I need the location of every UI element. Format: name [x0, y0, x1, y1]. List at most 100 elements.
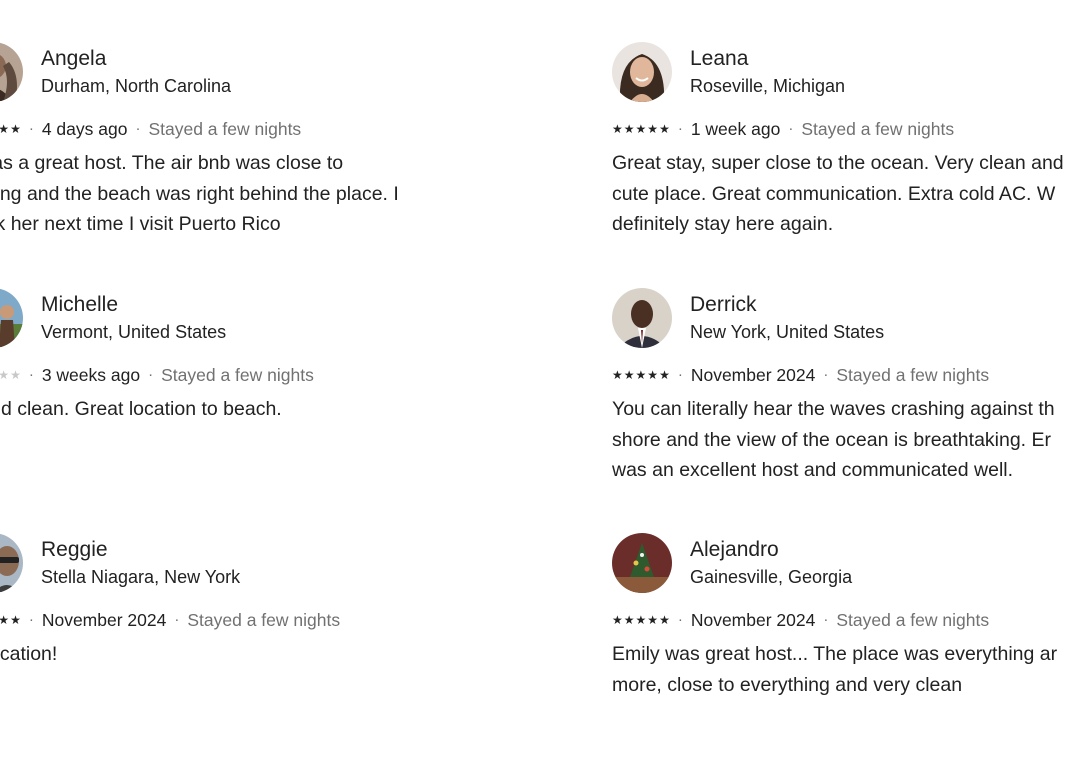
- review-text-line: cute place. Great communication. Extra c…: [612, 182, 1056, 205]
- star-rating: ★★★★★: [0, 609, 21, 631]
- review-text-line: Emily was great host... The place was ev…: [612, 643, 1058, 665]
- review-text-line: more, close to everything and very clean: [612, 673, 963, 696]
- reviewer-name[interactable]: Angela: [41, 46, 106, 72]
- star-filled-icon: ★: [612, 613, 623, 627]
- reviewer-avatar[interactable]: [612, 533, 672, 593]
- star-filled-icon: ★: [647, 613, 659, 627]
- star-empty-icon: ★: [10, 368, 21, 382]
- review-card: Angela Durham, North Carolina ★★★★★ · 4 …: [0, 42, 483, 282]
- reviewer-location: New York, United States: [690, 322, 885, 342]
- reviewer-name[interactable]: Reggie: [41, 537, 108, 563]
- separator-dot: ·: [135, 120, 141, 137]
- review-card: Alejandro Gainesville, Georgia ★ ★ ★ ★ ★ · N…: [612, 533, 1080, 773]
- reviewer-avatar[interactable]: [0, 42, 23, 102]
- star-filled-icon: ★: [612, 368, 623, 382]
- review-card: Leana Roseville, Michigan ★ ★ ★ ★ ★ · 1 week…: [612, 42, 1080, 282]
- stay-length: Stayed a few nights: [148, 119, 302, 139]
- separator-dot: ·: [823, 611, 829, 628]
- star-filled-icon: ★: [10, 122, 21, 136]
- star-filled-icon: ★: [10, 613, 21, 627]
- review-card: Reggie Stella Niagara, New York ★★★★★ · …: [0, 533, 483, 773]
- review-text-line: definitely stay here again.: [612, 213, 834, 235]
- review-date: November 2024: [690, 610, 816, 630]
- review-date: 1 week ago: [690, 119, 781, 139]
- reviewer-avatar[interactable]: [0, 288, 23, 348]
- review-text-line: y was a great host. The air bnb was clos…: [0, 152, 344, 174]
- star-filled-icon: ★: [612, 122, 623, 136]
- review-date: November 2024: [41, 610, 167, 630]
- stay-length: Stayed a few nights: [801, 119, 955, 139]
- star-rating: ★★★★★: [0, 364, 21, 386]
- stay-length: Stayed a few nights: [161, 365, 314, 385]
- review-text-line: rything and the beach was right behind t…: [0, 182, 399, 205]
- star-filled-icon: ★: [623, 613, 635, 627]
- separator-dot: ·: [823, 366, 829, 383]
- review-card: Derrick New York, United States ★ ★ ★ ★ ★ · …: [612, 288, 1080, 528]
- review-text: Emily was great host... The place was ev…: [612, 639, 1080, 700]
- review-meta: ★★★★★ · November 2024 · Stayed a few nig…: [0, 609, 340, 631]
- separator-dot: ·: [174, 611, 180, 628]
- separator-dot: ·: [677, 120, 683, 137]
- separator-dot: ·: [677, 366, 683, 383]
- star-filled-icon: ★: [659, 122, 670, 136]
- review-text-line: Great stay, super close to the ocean. Ve…: [612, 152, 1064, 174]
- stay-length: Stayed a few nights: [836, 610, 990, 630]
- review-date: 4 days ago: [41, 119, 128, 139]
- reviewer-location: Roseville, Michigan: [690, 76, 846, 96]
- star-filled-icon: ★: [623, 122, 635, 136]
- separator-dot: ·: [28, 366, 34, 383]
- star-empty-icon: ★: [0, 368, 10, 382]
- star-filled-icon: ★: [635, 613, 647, 627]
- star-filled-icon: ★: [635, 368, 647, 382]
- star-filled-icon: ★: [635, 122, 647, 136]
- review-text: You can literally hear the waves crashin…: [612, 394, 1080, 486]
- review-meta: ★★★★★ · November 2024 · Stayed a few nig…: [612, 364, 989, 386]
- star-filled-icon: ★: [647, 368, 659, 382]
- reviewer-avatar[interactable]: [0, 533, 23, 593]
- review-card: Michelle Vermont, United States ★★★★★ · …: [0, 288, 483, 528]
- reviewer-location: Stella Niagara, New York: [41, 567, 241, 587]
- reviewer-avatar[interactable]: [612, 42, 672, 102]
- review-text-line: book her next time I visit Puerto Rico: [0, 213, 281, 235]
- review-text: y was a great host. The air bnb was clos…: [0, 148, 483, 240]
- review-meta: ★★★★★ · November 2024 · Stayed a few nig…: [612, 609, 989, 631]
- star-filled-icon: ★: [0, 122, 10, 136]
- star-rating: ★★★★★: [612, 364, 670, 386]
- review-text: at location!: [0, 639, 483, 670]
- separator-dot: ·: [28, 611, 34, 628]
- review-text: Great stay, super close to the ocean. Ve…: [612, 148, 1080, 240]
- star-rating: ★★★★★: [612, 118, 670, 140]
- reviewer-name[interactable]: Michelle: [41, 292, 118, 318]
- reviewer-location: Durham, North Carolina: [41, 76, 232, 96]
- stay-length: Stayed a few nights: [836, 365, 990, 385]
- review-text-line: was an excellent host and communicated w…: [612, 459, 1014, 481]
- reviewer-avatar[interactable]: [612, 288, 672, 348]
- star-rating: ★★★★★: [0, 118, 21, 140]
- star-rating: ★★★★★: [612, 609, 670, 631]
- review-text-line: at location!: [0, 643, 58, 665]
- review-text: e and clean. Great location to beach.: [0, 394, 483, 425]
- review-meta: ★★★★★ · 4 days ago · Stayed a few nights: [0, 118, 301, 140]
- star-filled-icon: ★: [647, 122, 659, 136]
- review-date: November 2024: [690, 365, 816, 385]
- star-filled-icon: ★: [659, 368, 670, 382]
- reviewer-name[interactable]: Derrick: [690, 292, 757, 318]
- review-meta: ★ ★ ★ ★ ★ · 1 week ago · Stayed a few nights: [612, 118, 954, 140]
- review-meta: ★★★★★ · 3 weeks ago · Stayed a few night…: [0, 364, 314, 386]
- reviewer-name[interactable]: Alejandro: [690, 537, 779, 563]
- star-filled-icon: ★: [659, 613, 670, 627]
- stay-length: Stayed a few nights: [187, 610, 341, 630]
- star-filled-icon: ★: [0, 613, 10, 627]
- separator-dot: ·: [148, 366, 154, 383]
- separator-dot: ·: [788, 120, 794, 137]
- separator-dot: ·: [28, 120, 34, 137]
- reviewer-name[interactable]: Leana: [690, 46, 748, 72]
- separator-dot: ·: [677, 611, 683, 628]
- review-text-line: e and clean. Great location to beach.: [0, 398, 282, 420]
- reviewer-location: Gainesville, Georgia: [690, 567, 853, 587]
- reviewer-location: Vermont, United States: [41, 322, 227, 342]
- star-filled-icon: ★: [623, 368, 635, 382]
- review-date: 3 weeks ago: [41, 365, 141, 385]
- review-text-line: You can literally hear the waves crashin…: [612, 398, 1055, 420]
- review-text-line: shore and the view of the ocean is breat…: [612, 428, 1052, 451]
